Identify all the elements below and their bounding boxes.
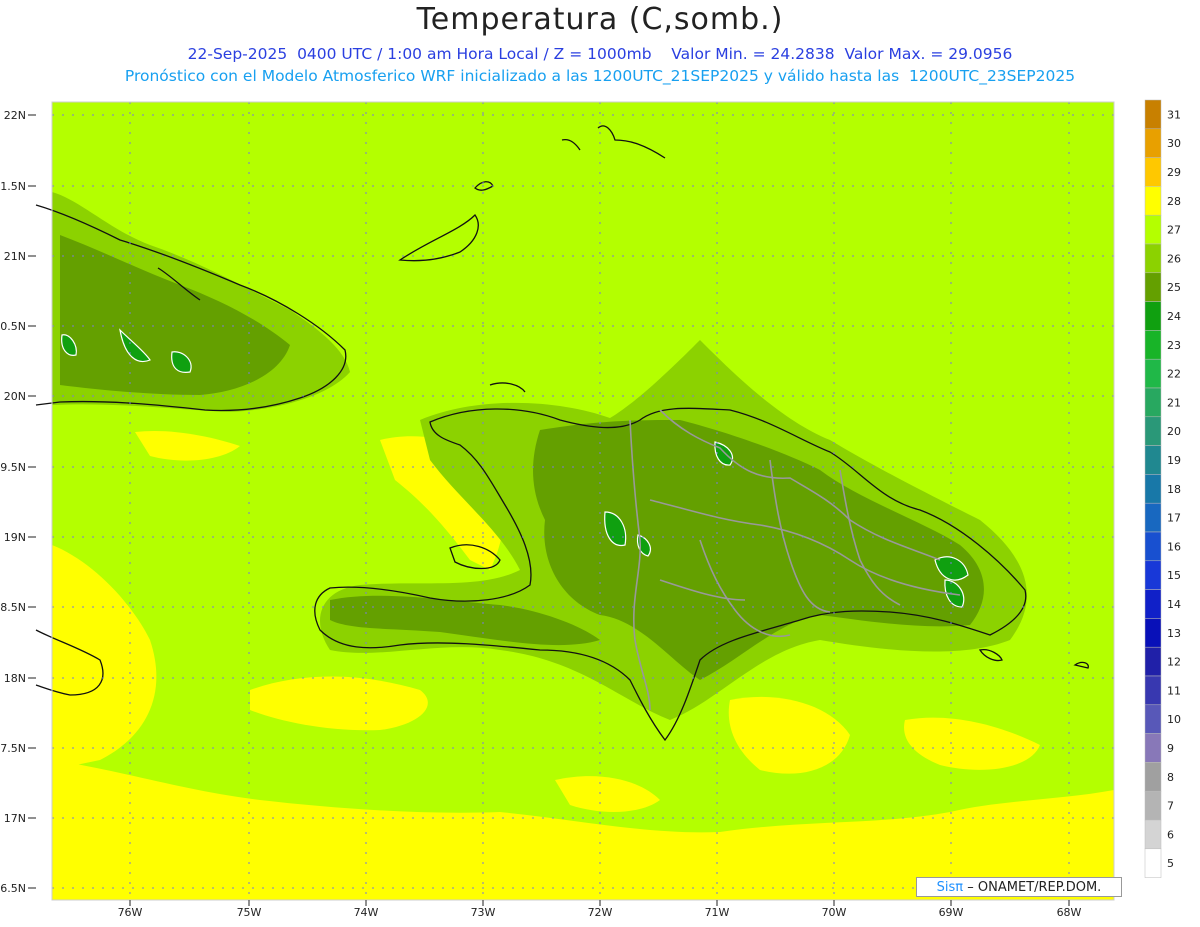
lon-label: 75W <box>237 906 262 919</box>
colorbar-label: 7 <box>1167 800 1174 813</box>
credit-box: Sisπ – ONAMET/REP.DOM. <box>916 877 1122 897</box>
colorbar-label: 23 <box>1167 339 1181 352</box>
colorbar-label: 15 <box>1167 569 1181 582</box>
colorbar-swatch <box>1144 474 1162 504</box>
temperature-map: 22N 1.5N 21N 0.5N 20N 9.5N 19N 8.5N 18N … <box>0 99 1181 919</box>
colorbar-label: 17 <box>1167 512 1181 525</box>
colorbar-swatch <box>1144 214 1162 245</box>
colorbar-swatch <box>1144 272 1162 302</box>
colorbar-swatch <box>1144 416 1162 446</box>
lon-label: 73W <box>471 906 496 919</box>
lat-label: 1.5N <box>0 180 26 193</box>
colorbar-label: 11 <box>1167 684 1181 697</box>
colorbar-label: 19 <box>1167 454 1181 467</box>
colorbar-swatch <box>1144 675 1162 706</box>
lat-ticks <box>28 114 36 889</box>
colorbar-label: 6 <box>1167 828 1174 841</box>
colorbar-label: 30 <box>1167 137 1181 150</box>
colorbar-label: 26 <box>1167 252 1181 265</box>
credit-text: – ONAMET/REP.DOM. <box>967 880 1102 895</box>
colorbar-swatch <box>1144 243 1162 274</box>
lat-label: 20N <box>4 390 26 403</box>
colorbar-label: 28 <box>1167 195 1181 208</box>
colorbar-label: 14 <box>1167 598 1181 611</box>
lat-label: 8.5N <box>0 601 26 614</box>
longitude-axis: 76W 75W 74W 73W 72W 71W 70W 69W 68W <box>118 906 1082 919</box>
colorbar-swatch <box>1144 358 1162 389</box>
colorbar-swatch <box>1144 387 1162 418</box>
colorbar-swatch <box>1144 502 1162 533</box>
lat-label: 6.5N <box>0 882 26 895</box>
colorbar-label: 25 <box>1167 281 1181 294</box>
colorbar-label: 8 <box>1167 771 1174 784</box>
colorbar-swatch <box>1144 733 1162 763</box>
colorbar-swatch <box>1144 790 1162 821</box>
colorbar-label: 18 <box>1167 483 1181 496</box>
colorbar-label: 10 <box>1167 713 1181 726</box>
lon-ticks <box>129 900 1070 906</box>
colorbar-label: 21 <box>1167 396 1181 409</box>
lat-label: 22N <box>4 109 26 122</box>
latitude-axis: 22N 1.5N 21N 0.5N 20N 9.5N 19N 8.5N 18N … <box>0 109 26 895</box>
colorbar-swatch <box>1144 531 1162 562</box>
colorbar-swatch <box>1144 330 1162 360</box>
colorbar-swatch <box>1144 819 1162 850</box>
colorbar-label: 12 <box>1167 656 1181 669</box>
lat-label: 9.5N <box>0 461 26 474</box>
colorbar-swatch <box>1144 704 1162 734</box>
colorbar-swatch <box>1144 301 1162 331</box>
lat-label: 18N <box>4 672 26 685</box>
lon-label: 72W <box>588 906 613 919</box>
colorbar-swatch <box>1144 646 1162 677</box>
lon-label: 71W <box>705 906 730 919</box>
sispi-logo-text: Sisπ <box>936 880 964 895</box>
colorbar-swatch <box>1144 618 1162 648</box>
colorbar-swatch <box>1144 157 1162 187</box>
lat-label: 17N <box>4 812 26 825</box>
lat-label: 19N <box>4 531 26 544</box>
lon-label: 74W <box>354 906 379 919</box>
colorbar: 31 30 29 28 27 26 25 24 23 22 21 20 19 18 17 16 15 14 13 12… <box>1144 99 1181 878</box>
lon-label: 69W <box>939 906 964 919</box>
colorbar-label: 27 <box>1167 224 1181 237</box>
colorbar-swatch <box>1144 560 1162 590</box>
lat-label: 7.5N <box>0 742 26 755</box>
colorbar-label: 22 <box>1167 368 1181 381</box>
colorbar-label: 5 <box>1167 857 1174 870</box>
colorbar-label: 13 <box>1167 627 1181 640</box>
lat-label: 21N <box>4 250 26 263</box>
lon-label: 70W <box>822 906 847 919</box>
colorbar-label: 9 <box>1167 742 1174 755</box>
lon-label: 68W <box>1057 906 1082 919</box>
colorbar-swatch <box>1144 128 1162 158</box>
lon-label: 76W <box>118 906 143 919</box>
colorbar-swatch <box>1144 99 1162 130</box>
colorbar-swatch <box>1144 762 1162 792</box>
colorbar-label: 24 <box>1167 310 1181 323</box>
colorbar-label: 29 <box>1167 166 1181 179</box>
colorbar-label: 31 <box>1167 108 1181 121</box>
colorbar-swatch <box>1144 589 1162 619</box>
colorbar-swatch <box>1144 848 1162 878</box>
lat-label: 0.5N <box>0 320 26 333</box>
colorbar-swatch <box>1144 445 1162 475</box>
colorbar-label: 20 <box>1167 425 1181 438</box>
colorbar-swatch <box>1144 186 1162 216</box>
colorbar-label: 16 <box>1167 540 1181 553</box>
